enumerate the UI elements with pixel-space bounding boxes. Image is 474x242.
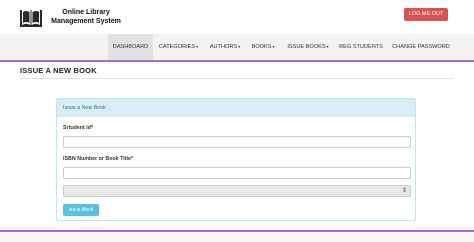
book-label: ISBN Number or Book Title* [63, 156, 133, 162]
book-icon [20, 8, 42, 27]
nav-books-label: BOOKS [251, 44, 272, 50]
issue-book-button[interactable]: Issue Book [63, 204, 99, 216]
site-title-line1: Online Library [62, 9, 110, 16]
nav-accent-line [0, 60, 474, 62]
book-label-text: ISBN Number or Book Title [63, 156, 131, 162]
nav-issue-books-label: ISSUE BOOKS [287, 44, 326, 50]
nav-reg-students[interactable]: REG STUDENTS [336, 34, 386, 60]
nav-change-password[interactable]: CHANGE PASSWORD [390, 34, 452, 60]
nav-books[interactable]: BOOKS▾ [249, 34, 277, 60]
footer [0, 232, 474, 242]
divider [20, 78, 454, 79]
student-id-input[interactable] [63, 136, 411, 148]
book-select[interactable]: ⇕ [63, 185, 411, 197]
site-title: Online Library Management System [46, 8, 126, 26]
nav-authors-label: AUTHORS [209, 44, 238, 50]
chevron-down-icon: ▾ [196, 44, 199, 49]
required-mark: * [90, 125, 94, 131]
chevron-down-icon: ▾ [272, 44, 275, 49]
required-mark: * [130, 156, 133, 162]
panel-heading: Issue a New Book [57, 99, 415, 117]
chevron-down-icon: ▾ [326, 44, 329, 49]
nav-dashboard-label: DASHBOARD [112, 44, 149, 50]
site-title-line2: Management System [51, 18, 121, 25]
nav-issue-books[interactable]: ISSUE BOOKS▾ [284, 34, 332, 60]
chevron-down-icon: ▾ [238, 44, 241, 49]
page-title: ISSUE A NEW BOOK [20, 66, 97, 75]
select-arrows-icon: ⇕ [401, 188, 407, 194]
nav-categories-label: CATEGORIES [158, 44, 196, 50]
nav-reg-students-label: REG STUDENTS [339, 44, 383, 50]
student-id-label-text: Srtudent id [63, 125, 91, 131]
nav-dashboard[interactable]: DASHBOARD [108, 34, 153, 60]
nav-authors[interactable]: AUTHORS▾ [206, 34, 244, 60]
nav-change-password-label: CHANGE PASSWORD [392, 44, 450, 50]
logout-button[interactable]: LOG ME OUT [404, 8, 448, 21]
student-id-label: Srtudent id* [63, 125, 93, 131]
nav-categories[interactable]: CATEGORIES▾ [156, 34, 201, 60]
book-input[interactable] [63, 167, 411, 179]
